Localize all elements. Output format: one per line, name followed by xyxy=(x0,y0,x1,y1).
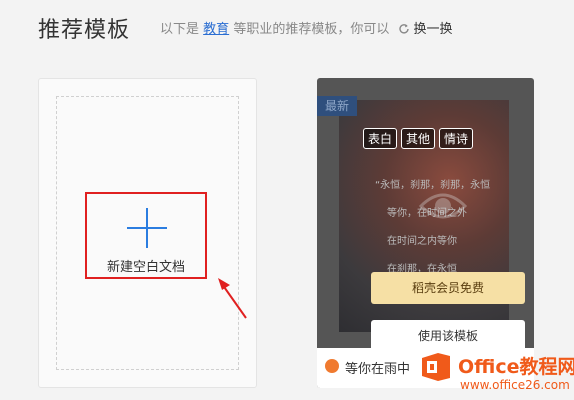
tag-item[interactable]: 表白 xyxy=(363,128,398,149)
tag-item[interactable]: 其他 xyxy=(401,128,436,149)
tag-list: 表白 其他 情诗 xyxy=(363,128,477,149)
subtitle-prefix: 以下是 xyxy=(160,22,200,37)
watermark-brand: Office教程网 xyxy=(458,356,574,378)
page-title: 推荐模板 xyxy=(38,18,131,43)
new-blank-document-label: 新建空白文档 xyxy=(106,260,185,275)
new-badge: 最新 xyxy=(317,96,357,116)
preview-eye-icon xyxy=(419,193,467,219)
office-logo-icon xyxy=(422,353,450,381)
blank-document-card[interactable]: 新建空白文档 xyxy=(38,78,257,388)
new-blank-document-button[interactable]: 新建空白文档 xyxy=(85,192,207,279)
template-card[interactable]: 表白 其他 情诗 “永恒，刹那，刹那，永恒 等你，在时间之外 在时间之内等你 在刹那… xyxy=(317,78,534,388)
subtitle: 以下是 教育 等职业的推荐模板，你可以 换一换 xyxy=(160,18,452,37)
poem-line: 在时间之内等你 xyxy=(387,236,457,247)
member-free-button[interactable]: 稻壳会员免费 xyxy=(371,272,525,304)
flame-icon xyxy=(325,359,339,373)
watermark: Office教程网 www.office26.com xyxy=(414,350,574,400)
template-name: 等你在雨中 xyxy=(345,362,411,377)
red-arrow-annotation xyxy=(218,278,247,319)
subtitle-suffix: 等职业的推荐模板，你可以 xyxy=(233,22,390,37)
plus-icon xyxy=(127,208,167,248)
header: 推荐模板 以下是 教育 等职业的推荐模板，你可以 换一换 xyxy=(0,0,574,58)
refresh-button[interactable]: 换一换 xyxy=(399,22,452,37)
profession-link[interactable]: 教育 xyxy=(203,22,229,37)
refresh-label: 换一换 xyxy=(413,22,453,37)
tag-item[interactable]: 情诗 xyxy=(439,128,474,149)
refresh-icon xyxy=(399,24,410,34)
watermark-url: www.office26.com xyxy=(460,378,570,392)
template-preview: 表白 其他 情诗 “永恒，刹那，刹那，永恒 等你，在时间之外 在时间之内等你 在刹那… xyxy=(339,100,525,352)
